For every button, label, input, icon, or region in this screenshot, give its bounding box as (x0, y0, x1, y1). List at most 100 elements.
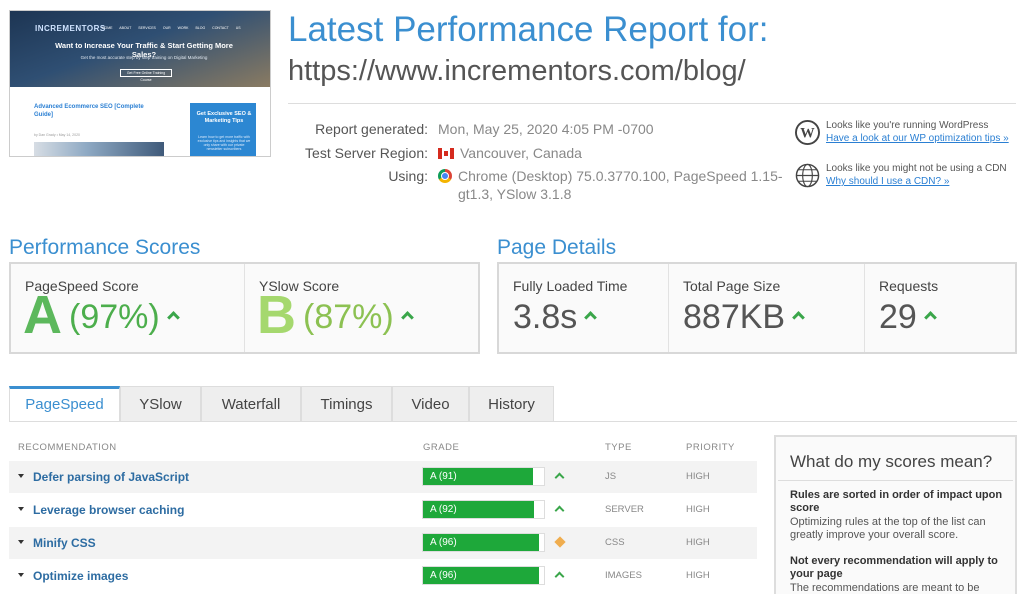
report-tabs: PageSpeed YSlow Waterfall Timings Video … (9, 386, 554, 422)
grade-bar: A (96) (422, 533, 545, 552)
chrome-icon (438, 169, 452, 183)
trend-up-icon (792, 311, 805, 324)
tabs-divider (9, 421, 1017, 422)
using-label-wrap: Using: (288, 168, 428, 186)
recommendation-name[interactable]: Defer parsing of JavaScript (33, 470, 189, 484)
pagespeed-percent: (97%) (69, 298, 160, 336)
grade-text: A (92) (430, 504, 457, 515)
trend-up-icon (584, 311, 598, 324)
thumbnail-nav: HOME ABOUT SERVICES OUR WORK BLOG CONTAC… (102, 26, 241, 30)
performance-scores-title: Performance Scores (9, 236, 201, 259)
recommendation-header: RECOMMENDATION (18, 442, 117, 453)
grade-text: A (91) (430, 471, 457, 482)
tab-video[interactable]: Video (392, 386, 469, 422)
thumbnail-logo: INCREMENTORS (35, 24, 106, 33)
priority-value: HIGH (686, 471, 710, 482)
trend-up-icon (400, 311, 414, 324)
wp-optimization-tips-link[interactable]: Have a look at our WP optimization tips … (826, 133, 1009, 144)
thumbnail-side-sub: Learn how to get more traffic with exclu… (197, 135, 251, 151)
yslow-score-cell: YSlow Score B (87%) (245, 264, 478, 352)
trend-up-icon (554, 504, 566, 516)
grade-text: A (96) (430, 537, 457, 548)
recommendation-name[interactable]: Minify CSS (33, 536, 96, 550)
page-size-value: 887KB (683, 298, 786, 336)
thumbnail-sidebar: Get Exclusive SEO & Marketing Tips Learn… (190, 103, 256, 156)
thumbnail-side-title: Get Exclusive SEO & Marketing Tips (196, 111, 252, 124)
trend-same-icon (554, 536, 566, 549)
region-label: Test Server Region: (305, 145, 428, 161)
header-divider (288, 103, 1016, 104)
priority-value: HIGH (686, 570, 710, 581)
trend-up-icon (166, 311, 180, 324)
recommendation-name[interactable]: Optimize images (33, 569, 128, 583)
table-row[interactable]: Minify CSS A (96) CSS HIGH (9, 527, 757, 559)
using-value-line2: gt1.3, YSlow 3.1.8 (458, 186, 572, 202)
priority-value: HIGH (686, 537, 710, 548)
pagespeed-percent-wrap: (97%) (69, 298, 180, 337)
page-details-title: Page Details (497, 236, 617, 259)
region-label-wrap: Test Server Region: (288, 145, 428, 163)
type-value: IMAGES (605, 570, 642, 581)
tab-waterfall[interactable]: Waterfall (201, 386, 301, 422)
trend-up-icon (554, 471, 566, 483)
caret-down-icon (18, 507, 24, 511)
page-size-value-wrap: 887KB (683, 298, 805, 337)
type-value: SERVER (605, 504, 644, 515)
caret-down-icon (18, 540, 24, 544)
thumbnail-hero-sub: Get the most accurate step by step train… (80, 55, 208, 60)
page-details-panel: Fully Loaded Time 3.8s Total Page Size 8… (497, 262, 1017, 354)
scores-box-heading-1: Rules are sorted in order of impact upon… (790, 489, 1003, 514)
report-url[interactable]: https://www.incrementors.com/blog/ (288, 55, 746, 88)
tab-yslow[interactable]: YSlow (120, 386, 201, 422)
type-value: JS (605, 471, 617, 482)
thumbnail-article-title: Advanced Ecommerce SEO [Complete Guide] (34, 104, 144, 118)
region-value-wrap: Vancouver, Canada (438, 145, 582, 161)
scores-box-title: What do my scores mean? (790, 452, 993, 471)
scores-box-text-1: Optimizing rules at the top of the list … (790, 516, 986, 541)
type-value: CSS (605, 537, 625, 548)
requests-label: Requests (879, 278, 939, 294)
fully-loaded-value-wrap: 3.8s (513, 298, 598, 337)
yslow-percent: (87%) (303, 298, 394, 336)
recommendation-name[interactable]: Leverage browser caching (33, 503, 184, 517)
caret-down-icon (18, 474, 24, 478)
thumbnail-hero-button: Get Free Online Training Course (120, 69, 172, 82)
page-title: Latest Performance Report for: (288, 10, 769, 49)
table-row[interactable]: Defer parsing of JavaScript A (91) JS HI… (9, 461, 757, 493)
report-generated-value: Mon, May 25, 2020 4:05 PM -0700 (438, 121, 654, 137)
wordpress-notice-text: Looks like you're running WordPress (826, 120, 989, 131)
table-row[interactable]: Leverage browser caching A (92) SERVER H… (9, 494, 757, 526)
tab-history[interactable]: History (469, 386, 554, 422)
table-row[interactable]: Optimize images A (96) IMAGES HIGH (9, 560, 757, 592)
grade-text: A (96) (430, 570, 457, 581)
pagespeed-score-cell: PageSpeed Score A (97%) (11, 264, 245, 352)
requests-value-wrap: 29 (879, 298, 937, 337)
trend-up-icon (554, 570, 566, 582)
site-thumbnail[interactable]: INCREMENTORS HOME ABOUT SERVICES OUR WOR… (9, 10, 271, 157)
tab-timings[interactable]: Timings (301, 386, 392, 422)
svg-text:W: W (800, 125, 815, 141)
thumbnail-article-image (34, 142, 164, 156)
requests-value: 29 (879, 298, 917, 336)
report-generated-label-wrap: Report generated: (288, 121, 428, 139)
report-generated-label: Report generated: (315, 121, 428, 137)
trend-up-icon (923, 311, 937, 324)
grade-header: GRADE (423, 442, 460, 453)
yslow-percent-wrap: (87%) (303, 298, 414, 337)
requests-cell: Requests 29 (865, 264, 1015, 352)
caret-down-icon (18, 573, 24, 577)
page-size-label: Total Page Size (683, 278, 781, 294)
why-cdn-link[interactable]: Why should I use a CDN? » (826, 176, 949, 187)
grade-bar: A (96) (422, 566, 545, 585)
pagespeed-grade: A (23, 285, 62, 345)
region-value: Vancouver, Canada (460, 145, 582, 161)
priority-header: PRIORITY (686, 442, 735, 453)
cdn-notice-text: Looks like you might not be using a CDN (826, 163, 1007, 174)
scores-box-divider (778, 480, 1013, 481)
priority-value: HIGH (686, 504, 710, 515)
tab-pagespeed[interactable]: PageSpeed (9, 386, 120, 422)
canada-flag-icon (438, 148, 454, 159)
wordpress-icon: W (795, 120, 820, 145)
grade-bar: A (91) (422, 467, 545, 486)
scores-explanation-box: What do my scores mean? Rules are sorted… (774, 435, 1017, 594)
